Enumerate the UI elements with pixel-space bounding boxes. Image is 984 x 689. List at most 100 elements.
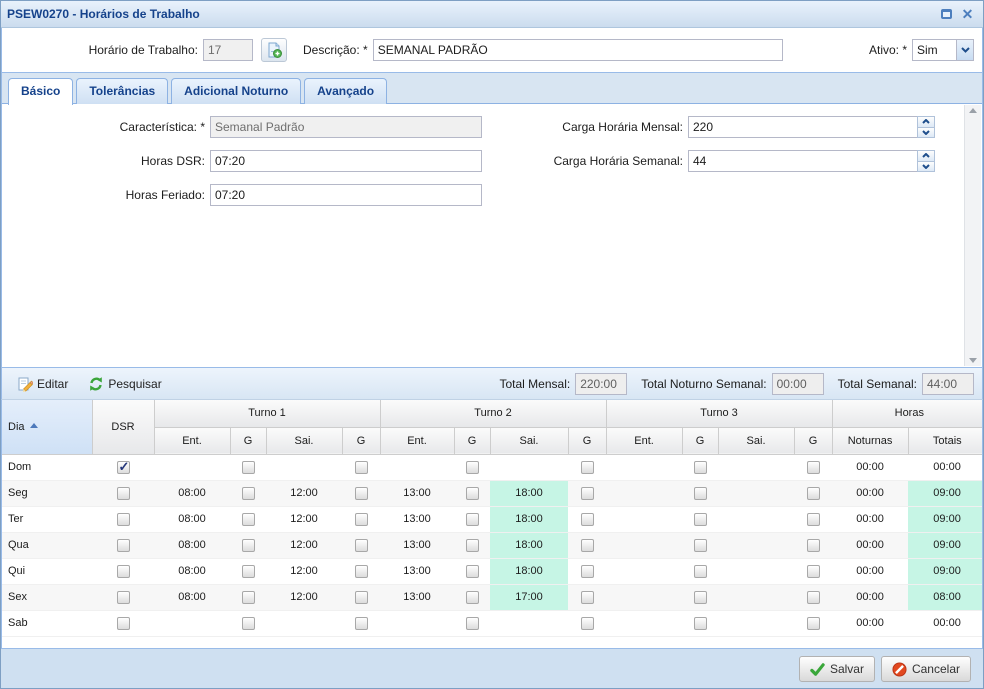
g-checkbox[interactable] bbox=[355, 565, 368, 578]
g-checkbox[interactable] bbox=[355, 591, 368, 604]
g-checkbox[interactable] bbox=[807, 617, 820, 630]
descricao-field[interactable] bbox=[373, 39, 783, 61]
column-header-sai1[interactable]: Sai. bbox=[266, 427, 342, 454]
g-checkbox[interactable] bbox=[581, 539, 594, 552]
close-button[interactable]: ✕ bbox=[958, 6, 977, 23]
ativo-combo[interactable] bbox=[912, 39, 974, 61]
grid-row-dom[interactable]: Dom00:0000:00 bbox=[2, 454, 983, 480]
g-checkbox[interactable] bbox=[581, 513, 594, 526]
carga-mensal-spin-down[interactable] bbox=[917, 128, 935, 139]
g-checkbox[interactable] bbox=[466, 487, 479, 500]
horas-dsr-field[interactable] bbox=[210, 150, 482, 172]
ativo-field[interactable] bbox=[912, 39, 956, 61]
g-checkbox[interactable] bbox=[581, 591, 594, 604]
g-checkbox[interactable] bbox=[355, 461, 368, 474]
g-checkbox[interactable] bbox=[466, 461, 479, 474]
tab-basico[interactable]: Básico bbox=[8, 78, 73, 105]
grid-row-qui[interactable]: Qui08:0012:0013:0018:0000:0009:00 bbox=[2, 558, 983, 584]
column-header-sai3[interactable]: Sai. bbox=[718, 427, 794, 454]
g-checkbox[interactable] bbox=[242, 591, 255, 604]
dsr-checkbox[interactable] bbox=[117, 539, 130, 552]
g-checkbox[interactable] bbox=[694, 539, 707, 552]
g-checkbox[interactable] bbox=[694, 513, 707, 526]
g-checkbox[interactable] bbox=[355, 513, 368, 526]
g-checkbox[interactable] bbox=[242, 565, 255, 578]
dsr-checkbox[interactable] bbox=[117, 513, 130, 526]
column-header-g3b[interactable]: G bbox=[794, 427, 832, 454]
editar-button[interactable]: Editar bbox=[10, 372, 75, 396]
column-header-ent1[interactable]: Ent. bbox=[154, 427, 230, 454]
tab-tolerancias[interactable]: Tolerâncias bbox=[76, 78, 168, 104]
column-header-ent2[interactable]: Ent. bbox=[380, 427, 454, 454]
panel-scrollbar[interactable] bbox=[964, 105, 981, 366]
g-checkbox[interactable] bbox=[242, 513, 255, 526]
g-checkbox[interactable] bbox=[807, 539, 820, 552]
g-checkbox[interactable] bbox=[807, 461, 820, 474]
g-checkbox[interactable] bbox=[466, 591, 479, 604]
dsr-checkbox[interactable] bbox=[117, 461, 130, 474]
salvar-button[interactable]: Salvar bbox=[799, 656, 875, 682]
column-header-g2b[interactable]: G bbox=[568, 427, 606, 454]
grid-row-sex[interactable]: Sex08:0012:0013:0017:0000:0008:00 bbox=[2, 584, 983, 610]
column-header-totais[interactable]: Totais bbox=[908, 427, 983, 454]
g-checkbox[interactable] bbox=[581, 617, 594, 630]
tab-avancado[interactable]: Avançado bbox=[304, 78, 387, 104]
carga-mensal-spin-up[interactable] bbox=[917, 116, 935, 128]
g-checkbox[interactable] bbox=[242, 617, 255, 630]
caracteristica-field[interactable] bbox=[210, 116, 482, 138]
horario-trabalho-field[interactable] bbox=[203, 39, 253, 61]
ativo-dropdown-trigger[interactable] bbox=[956, 39, 974, 61]
horas-feriado-field[interactable] bbox=[210, 184, 482, 206]
g-checkbox[interactable] bbox=[355, 617, 368, 630]
carga-semanal-field[interactable] bbox=[688, 150, 917, 172]
g-checkbox[interactable] bbox=[466, 513, 479, 526]
g-checkbox[interactable] bbox=[694, 565, 707, 578]
g-checkbox[interactable] bbox=[581, 461, 594, 474]
tab-adicional-noturno[interactable]: Adicional Noturno bbox=[171, 78, 301, 104]
column-header-dia[interactable]: Dia bbox=[2, 400, 92, 454]
g-checkbox[interactable] bbox=[355, 487, 368, 500]
g-checkbox[interactable] bbox=[242, 461, 255, 474]
column-header-noturnas[interactable]: Noturnas bbox=[832, 427, 908, 454]
dsr-checkbox[interactable] bbox=[117, 591, 130, 604]
column-header-g2a[interactable]: G bbox=[454, 427, 490, 454]
column-header-g1b[interactable]: G bbox=[342, 427, 380, 454]
column-header-g1a[interactable]: G bbox=[230, 427, 266, 454]
carga-mensal-field[interactable] bbox=[688, 116, 917, 138]
column-header-dsr[interactable]: DSR bbox=[92, 400, 154, 454]
g-checkbox[interactable] bbox=[581, 565, 594, 578]
g-checkbox[interactable] bbox=[807, 513, 820, 526]
column-header-g3a[interactable]: G bbox=[682, 427, 718, 454]
g-checkbox[interactable] bbox=[466, 617, 479, 630]
carga-semanal-spin-down[interactable] bbox=[917, 162, 935, 173]
pesquisar-button[interactable]: Pesquisar bbox=[81, 372, 168, 396]
g-checkbox[interactable] bbox=[694, 591, 707, 604]
scroll-up-icon[interactable] bbox=[969, 108, 977, 113]
maximize-button[interactable] bbox=[937, 6, 956, 23]
dsr-checkbox[interactable] bbox=[117, 617, 130, 630]
g-checkbox[interactable] bbox=[466, 539, 479, 552]
g-checkbox[interactable] bbox=[807, 565, 820, 578]
g-checkbox[interactable] bbox=[694, 487, 707, 500]
grid-row-sab[interactable]: Sab00:0000:00 bbox=[2, 610, 983, 636]
g-checkbox[interactable] bbox=[581, 487, 594, 500]
scroll-down-icon[interactable] bbox=[969, 358, 977, 363]
carga-semanal-spin-up[interactable] bbox=[917, 150, 935, 162]
g-checkbox[interactable] bbox=[694, 461, 707, 474]
dsr-checkbox[interactable] bbox=[117, 565, 130, 578]
new-record-button[interactable] bbox=[261, 38, 287, 62]
grid-row-ter[interactable]: Ter08:0012:0013:0018:0000:0009:00 bbox=[2, 506, 983, 532]
g-checkbox[interactable] bbox=[807, 591, 820, 604]
g-checkbox[interactable] bbox=[807, 487, 820, 500]
g-checkbox[interactable] bbox=[242, 539, 255, 552]
dsr-checkbox[interactable] bbox=[117, 487, 130, 500]
g-checkbox[interactable] bbox=[694, 617, 707, 630]
g-checkbox[interactable] bbox=[355, 539, 368, 552]
grid-row-seg[interactable]: Seg08:0012:0013:0018:0000:0009:00 bbox=[2, 480, 983, 506]
column-header-sai2[interactable]: Sai. bbox=[490, 427, 568, 454]
column-header-ent3[interactable]: Ent. bbox=[606, 427, 682, 454]
cancelar-button[interactable]: Cancelar bbox=[881, 656, 971, 682]
grid-row-qua[interactable]: Qua08:0012:0013:0018:0000:0009:00 bbox=[2, 532, 983, 558]
g-checkbox[interactable] bbox=[466, 565, 479, 578]
g-checkbox[interactable] bbox=[242, 487, 255, 500]
